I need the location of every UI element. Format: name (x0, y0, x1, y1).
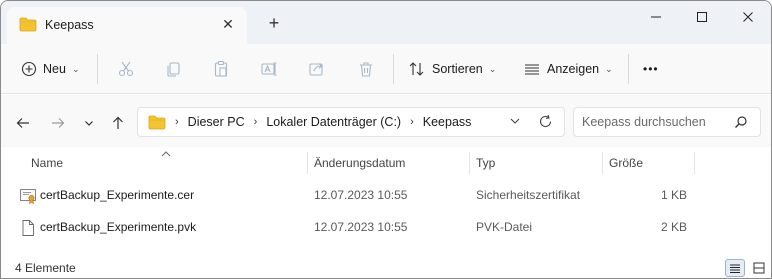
tab-close-button[interactable]: ✕ (219, 15, 237, 33)
details-view-icon (730, 264, 740, 273)
address-bar[interactable]: › Dieser PC › Lokaler Datenträger (C:) ›… (137, 107, 565, 137)
close-icon (743, 12, 753, 22)
up-button[interactable] (107, 112, 129, 134)
chevron-down-icon (510, 118, 520, 124)
delete-button[interactable] (357, 56, 375, 82)
more-icon: ••• (643, 62, 659, 76)
delete-icon (360, 62, 372, 77)
chevron-down-icon: ⌄ (71, 63, 80, 74)
plus-circle-icon (21, 61, 37, 77)
file-size: 1 KB (660, 188, 687, 202)
file-list: Name Änderungsdatum Typ Größe certBackup… (1, 147, 771, 257)
folder-icon (148, 115, 166, 130)
rename-icon (261, 62, 277, 76)
minimize-icon (651, 16, 661, 18)
refresh-icon (539, 114, 552, 127)
address-history-button[interactable] (508, 114, 524, 130)
new-button[interactable]: Neu ⌄ (21, 56, 79, 82)
search-input[interactable] (582, 113, 730, 131)
column-header-type[interactable]: Typ (470, 152, 600, 174)
rename-button[interactable] (260, 56, 278, 82)
column-header-modified[interactable]: Änderungsdatum (308, 152, 468, 174)
search-icon (734, 115, 748, 129)
share-button[interactable] (308, 56, 326, 82)
title-bar: Keepass ✕ + (1, 1, 771, 44)
tiles-view-button[interactable] (749, 259, 769, 277)
view-button[interactable]: Anzeigen ⌄ (523, 56, 613, 82)
arrow-left-icon (16, 118, 29, 128)
forward-button[interactable] (47, 112, 69, 134)
status-bar: 4 Elemente (1, 257, 771, 278)
item-count: 4 Elemente (15, 261, 76, 275)
column-header-name[interactable]: Name (25, 152, 305, 174)
column-header-size[interactable]: Größe (603, 152, 693, 174)
scissors-icon (118, 61, 134, 77)
file-type: Sicherheitszertifikat (476, 188, 581, 202)
cut-button[interactable] (117, 56, 135, 82)
close-window-button[interactable] (725, 1, 771, 33)
refresh-button[interactable] (538, 114, 554, 130)
column-divider[interactable] (694, 152, 695, 174)
copy-icon (167, 62, 180, 77)
explorer-window: Keepass ✕ + Neu ⌄ Sortieren ⌄ Anzeigen ⌄… (0, 0, 772, 279)
divider (97, 54, 98, 84)
search-box[interactable] (573, 107, 761, 137)
breadcrumb-separator[interactable]: › (254, 116, 258, 128)
maximize-button[interactable] (679, 1, 725, 33)
command-bar: Neu ⌄ Sortieren ⌄ Anzeigen ⌄ ••• (1, 44, 771, 94)
breadcrumb-separator[interactable]: › (410, 116, 414, 128)
address-row: › Dieser PC › Lokaler Datenträger (C:) ›… (1, 95, 771, 147)
view-button-label: Anzeigen (547, 62, 600, 76)
paste-icon (214, 60, 228, 77)
breadcrumb: › Dieser PC › Lokaler Datenträger (C:) ›… (148, 108, 471, 136)
breadcrumb-this-pc[interactable]: Dieser PC (188, 115, 245, 129)
details-view-button[interactable] (725, 259, 745, 277)
sort-icon (409, 62, 424, 76)
more-options-button[interactable]: ••• (643, 56, 659, 82)
file-name: certBackup_Experimente.pvk (40, 220, 197, 234)
file-modified: 12.07.2023 10:55 (314, 188, 408, 202)
arrow-up-icon (113, 116, 123, 129)
certificate-file-icon (19, 187, 37, 205)
file-row[interactable]: certBackup_Experimente.cer 12.07.2023 10… (11, 181, 701, 209)
breadcrumb-local-disk[interactable]: Lokaler Datenträger (C:) (266, 115, 401, 129)
paste-button[interactable] (212, 56, 230, 82)
folder-icon (19, 17, 37, 35)
tab-keepass[interactable]: Keepass ✕ (7, 7, 247, 44)
copy-button[interactable] (164, 56, 182, 82)
divider (628, 54, 629, 84)
share-icon (309, 63, 323, 76)
divider (393, 54, 394, 84)
chevron-down-icon (85, 121, 93, 126)
file-name: certBackup_Experimente.cer (40, 188, 195, 202)
view-icon (525, 64, 539, 75)
breadcrumb-keepass[interactable]: Keepass (423, 115, 472, 129)
recent-locations-button[interactable] (78, 112, 100, 134)
file-type: PVK-Datei (476, 220, 533, 234)
tab-title: Keepass (45, 18, 94, 32)
chevron-down-icon: ⌄ (488, 63, 497, 74)
tiles-view-icon (753, 262, 765, 274)
file-modified: 12.07.2023 10:55 (314, 220, 408, 234)
breadcrumb-separator: › (175, 116, 179, 128)
sort-button[interactable]: Sortieren ⌄ (408, 56, 496, 82)
file-row[interactable]: certBackup_Experimente.pvk 12.07.2023 10… (11, 213, 701, 241)
file-size: 2 KB (660, 220, 687, 234)
minimize-button[interactable] (633, 1, 679, 33)
sort-button-label: Sortieren (432, 62, 483, 76)
generic-file-icon (19, 219, 37, 237)
chevron-down-icon: ⌄ (605, 63, 613, 74)
back-button[interactable] (12, 112, 34, 134)
maximize-icon (697, 12, 707, 22)
new-tab-button[interactable]: + (263, 13, 285, 35)
new-button-label: Neu (43, 62, 66, 76)
arrow-right-icon (52, 118, 65, 128)
